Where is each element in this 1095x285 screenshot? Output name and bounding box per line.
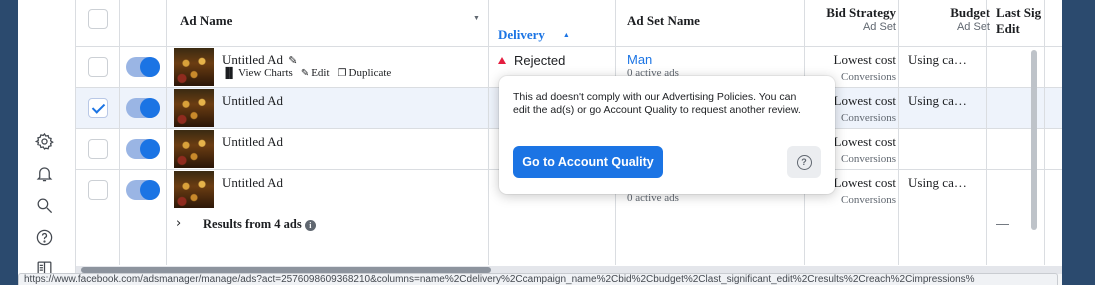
- budget-value: Using ca…: [908, 175, 967, 190]
- pencil-icon: ✎: [300, 67, 310, 79]
- row-checkbox[interactable]: [88, 180, 108, 200]
- bid-strategy-header-sub: Ad Set: [862, 21, 896, 33]
- warning-triangle-icon: [498, 57, 506, 64]
- popover-help-button[interactable]: ?: [787, 146, 821, 178]
- column-divider: [488, 0, 489, 265]
- rejected-ad-popover: This ad doesn't comply with our Advertis…: [499, 76, 835, 194]
- ad-name-link[interactable]: Untitled Ad ✎: [222, 52, 298, 68]
- sort-caret-up-icon: ▲: [562, 31, 570, 39]
- budget-value: Using ca…: [908, 93, 967, 108]
- row-actions: ▐▌ View Charts ✎ Edit ❐ Duplicate: [222, 67, 391, 79]
- column-divider: [119, 0, 120, 265]
- view-charts-action[interactable]: ▐▌ View Charts: [222, 67, 293, 79]
- column-divider: [1044, 0, 1045, 265]
- results-summary-row: › Results from 4 ads i —: [76, 208, 1062, 266]
- summary-last-edit-value: —: [996, 216, 1009, 231]
- view-charts-label: View Charts: [238, 67, 293, 79]
- row-checkbox[interactable]: [88, 57, 108, 77]
- bell-icon[interactable]: [34, 163, 54, 183]
- table-header-row: Ad Name ▼ Delivery ▲ Ad Set Name Bid Str…: [76, 0, 1062, 47]
- ad-name-link[interactable]: Untitled Ad: [222, 93, 283, 109]
- edit-label: Edit: [311, 67, 330, 79]
- results-summary-label: Results from 4 ads i: [203, 217, 316, 232]
- left-nav-rail: [18, 0, 76, 285]
- ad-name-link[interactable]: Untitled Ad: [222, 175, 283, 191]
- ad-status-toggle[interactable]: [126, 98, 160, 118]
- info-icon[interactable]: i: [304, 219, 316, 231]
- sort-caret-down-icon[interactable]: ▼: [473, 15, 480, 22]
- ad-thumbnail: [174, 130, 214, 168]
- budget-value: Using ca…: [908, 52, 967, 67]
- delivery-header-label: Delivery: [498, 27, 545, 42]
- delivery-status[interactable]: Rejected: [498, 53, 565, 68]
- go-to-account-quality-button[interactable]: Go to Account Quality: [513, 146, 663, 178]
- select-all-checkbox[interactable]: [88, 9, 108, 29]
- budget-header-sub: Ad Set: [956, 21, 990, 33]
- ad-set-name-link[interactable]: Man: [627, 52, 679, 67]
- budget-header-label: Budget: [950, 5, 990, 20]
- ad-name-link[interactable]: Untitled Ad: [222, 134, 283, 150]
- ad-set-name-header-label: Ad Set Name: [627, 13, 700, 28]
- results-summary-text: Results from 4 ads: [203, 217, 302, 231]
- ads-manager-window: Ad Name ▼ Delivery ▲ Ad Set Name Bid Str…: [18, 0, 1062, 285]
- pencil-icon[interactable]: ✎: [288, 55, 297, 67]
- gear-icon[interactable]: [34, 131, 54, 151]
- ad-thumbnail: [174, 171, 214, 209]
- ad-set-cell: Man 0 active ads: [627, 52, 679, 79]
- help-icon[interactable]: [34, 227, 54, 247]
- ad-thumbnail: [174, 48, 214, 86]
- column-divider: [166, 0, 167, 265]
- duplicate-label: Duplicate: [348, 67, 392, 79]
- chevron-right-icon[interactable]: ›: [176, 216, 181, 231]
- ad-name-header-label: Ad Name: [180, 13, 233, 28]
- duplicate-icon: ❐: [337, 67, 347, 79]
- duplicate-action[interactable]: ❐ Duplicate: [338, 67, 392, 79]
- popover-message: This ad doesn't comply with our Advertis…: [513, 91, 801, 116]
- question-icon: ?: [796, 154, 812, 170]
- delivery-status-text: Rejected: [514, 53, 566, 68]
- status-bar-url: https://www.facebook.com/adsmanager/mana…: [18, 273, 1058, 285]
- last-edit-header-label-line1: Last Sig: [996, 5, 1042, 20]
- column-divider: [986, 0, 987, 265]
- column-header-budget[interactable]: Budget Ad Set: [916, 5, 990, 51]
- last-edit-header-label-line2: Edit: [996, 21, 1020, 36]
- bid-strategy-header-label: Bid Strategy: [826, 5, 896, 20]
- ad-name-text: Untitled Ad: [222, 52, 284, 67]
- row-checkbox[interactable]: [88, 139, 108, 159]
- ad-thumbnail: [174, 89, 214, 127]
- edit-action[interactable]: ✎ Edit: [301, 67, 330, 79]
- bid-strategy-value: Lowest cost: [833, 52, 896, 67]
- ad-status-toggle[interactable]: [126, 57, 160, 77]
- search-icon[interactable]: [34, 195, 54, 215]
- column-header-bid-strategy[interactable]: Bid Strategy Ad Set: [814, 5, 896, 51]
- column-header-last-significant-edit[interactable]: Last Sig Edit: [996, 5, 1056, 51]
- bid-strategy-sub: Conversions: [841, 194, 896, 206]
- bar-chart-icon: ▐▌: [222, 67, 237, 79]
- ad-status-toggle[interactable]: [126, 180, 160, 200]
- ad-status-toggle[interactable]: [126, 139, 160, 159]
- column-divider: [898, 0, 899, 265]
- row-checkbox[interactable]: [88, 98, 108, 118]
- vertical-scrollbar[interactable]: [1031, 50, 1037, 230]
